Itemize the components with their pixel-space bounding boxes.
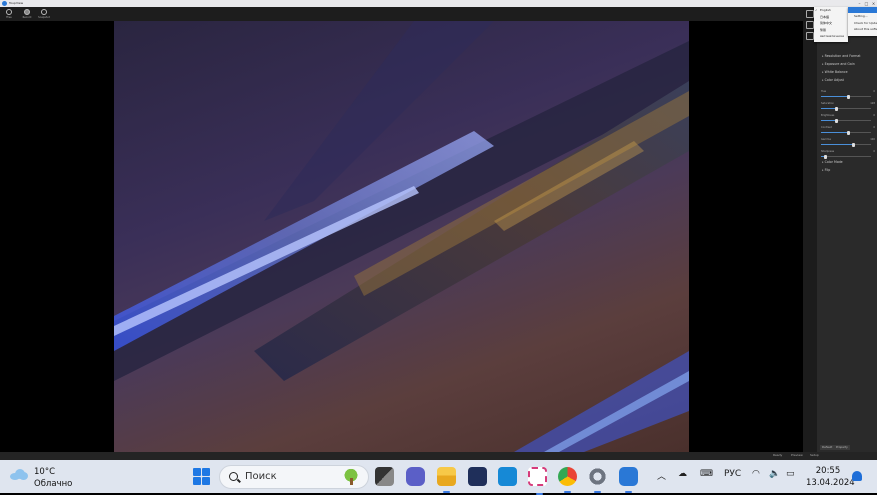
vertical-toolbar xyxy=(803,7,817,452)
chrome-icon[interactable] xyxy=(558,467,577,493)
slider-thumb[interactable] xyxy=(847,94,850,99)
cloud-icon xyxy=(10,469,28,480)
slider-thumb[interactable] xyxy=(847,130,850,135)
status-ready: Ready xyxy=(773,453,783,457)
teams-icon[interactable] xyxy=(406,467,425,486)
keyboard-icon[interactable]: ⌨ xyxy=(700,469,713,479)
slider-label: Hue xyxy=(821,90,827,93)
maximize-button[interactable]: □ xyxy=(863,0,870,7)
section-resolution[interactable]: Resolution and Format xyxy=(822,54,861,58)
weather-condition: Облачно xyxy=(34,479,73,489)
status-preview[interactable]: Preview xyxy=(791,453,803,457)
menu-item-about[interactable]: About this software... xyxy=(848,26,877,33)
slider-fill xyxy=(821,120,836,121)
slider-contrast[interactable]: Contrast 0 xyxy=(821,126,875,135)
snapshot-label: Snapshot xyxy=(38,16,50,19)
status-setup[interactable]: Setup xyxy=(810,453,819,457)
slider-value: 100 xyxy=(870,138,875,141)
close-button[interactable]: × xyxy=(870,0,877,7)
edit-icon[interactable] xyxy=(806,32,814,40)
volume-icon[interactable]: 🔈 xyxy=(769,469,780,479)
slider-value: 128 xyxy=(870,102,875,105)
files-button[interactable]: Files xyxy=(2,8,16,20)
microscope-image xyxy=(114,21,689,452)
search-highlight-icon xyxy=(342,468,360,486)
wifi-icon[interactable]: ◠ xyxy=(752,469,760,479)
slider-brightness[interactable]: Brightness 0 xyxy=(821,114,875,123)
window-title: ToupView xyxy=(9,1,24,5)
status-bar: Ready Preview Setup xyxy=(0,452,877,460)
control-panel: Resolution and Format Exposure and Gain … xyxy=(803,7,877,452)
taskbar: 10°C Облачно Поиск ︿ ☁ ⌨ РУС ◠ 🔈 ▭ 20:55… xyxy=(0,460,877,495)
app-icon xyxy=(2,1,7,6)
files-label: Files xyxy=(6,16,12,19)
language-indicator[interactable]: РУС xyxy=(724,469,741,479)
gear-icon xyxy=(6,9,12,15)
slider-fill xyxy=(821,132,849,133)
property-button[interactable]: Property xyxy=(834,445,850,450)
slider-label: Contrast xyxy=(821,126,832,129)
measure-icon[interactable] xyxy=(806,21,814,29)
slider-sharpness[interactable]: Sharpness 0 xyxy=(821,150,875,159)
search-icon xyxy=(229,472,238,481)
slider-label: Sharpness xyxy=(821,150,835,153)
slider-fill xyxy=(821,108,836,109)
chevron-up-icon[interactable]: ︿ xyxy=(657,469,666,482)
file-explorer-icon[interactable] xyxy=(437,467,456,493)
toolbar: Files Record Snapshot xyxy=(0,7,877,21)
slider-value: 0 xyxy=(873,90,875,93)
record-icon xyxy=(24,9,30,15)
snapshot-icon xyxy=(41,9,47,15)
slider-label: Saturation xyxy=(821,102,835,105)
section-flip[interactable]: Flip xyxy=(822,168,831,172)
slider-label: Brightness xyxy=(821,114,835,117)
slider-thumb[interactable] xyxy=(852,142,855,147)
store-icon[interactable] xyxy=(468,467,487,486)
language-menu: English 日本語 简体中文 繁體 Автоматически xyxy=(814,7,848,42)
start-button[interactable] xyxy=(193,468,210,485)
minimize-button[interactable]: – xyxy=(856,0,863,7)
slider-track[interactable] xyxy=(821,156,871,157)
section-color-mode[interactable]: Color Mode xyxy=(822,160,843,164)
fiber-image xyxy=(114,21,689,452)
slider-thumb[interactable] xyxy=(823,154,827,159)
battery-icon[interactable]: ▭ xyxy=(786,469,795,479)
slider-value: 0 xyxy=(873,114,875,117)
record-label: Record xyxy=(22,16,32,19)
slider-thumb[interactable] xyxy=(834,118,838,123)
slider-fill xyxy=(821,96,849,97)
settings-menu: Setting... Check for Updates... About th… xyxy=(848,7,877,36)
settings-gear-icon[interactable] xyxy=(588,467,607,493)
slider-value: 0 xyxy=(873,150,875,153)
section-exposure[interactable]: Exposure and Gain xyxy=(822,62,855,66)
slider-thumb[interactable] xyxy=(834,106,838,111)
title-bar: ToupView – □ × xyxy=(0,0,877,7)
snipping-tool-icon[interactable] xyxy=(528,467,547,495)
slider-gamma[interactable]: Gamma 100 xyxy=(821,138,875,147)
slider-saturation[interactable]: Saturation 128 xyxy=(821,102,875,111)
task-view-icon[interactable] xyxy=(375,467,394,486)
section-white-balance[interactable]: White Balance xyxy=(822,70,848,74)
slider-hue[interactable]: Hue 0 xyxy=(821,90,875,99)
record-button[interactable]: Record xyxy=(20,8,34,20)
weather-temp: 10°C xyxy=(34,467,56,477)
toupview-app-icon[interactable] xyxy=(619,467,638,493)
snapshot-button[interactable]: Snapshot xyxy=(37,8,51,20)
slider-label: Gamma xyxy=(821,138,831,141)
clock-time: 20:55 xyxy=(815,466,841,476)
slider-value: 0 xyxy=(873,126,875,129)
section-color-adjust[interactable]: Color Adjust xyxy=(822,78,844,82)
search-placeholder: Поиск xyxy=(245,471,277,482)
default-button[interactable]: Default xyxy=(820,445,835,450)
clock-date: 13.04.2024 xyxy=(806,478,855,488)
camera-list-icon[interactable] xyxy=(806,10,814,18)
menu-item-auto[interactable]: Автоматически xyxy=(814,33,848,40)
remote-desktop-icon[interactable] xyxy=(498,467,517,486)
taskbar-search[interactable]: Поиск xyxy=(219,465,369,489)
onedrive-icon[interactable]: ☁ xyxy=(678,469,687,479)
slider-fill xyxy=(821,144,854,145)
notification-bell-icon[interactable] xyxy=(852,471,862,481)
clock[interactable]: 20:55 13.04.2024 xyxy=(806,466,855,488)
